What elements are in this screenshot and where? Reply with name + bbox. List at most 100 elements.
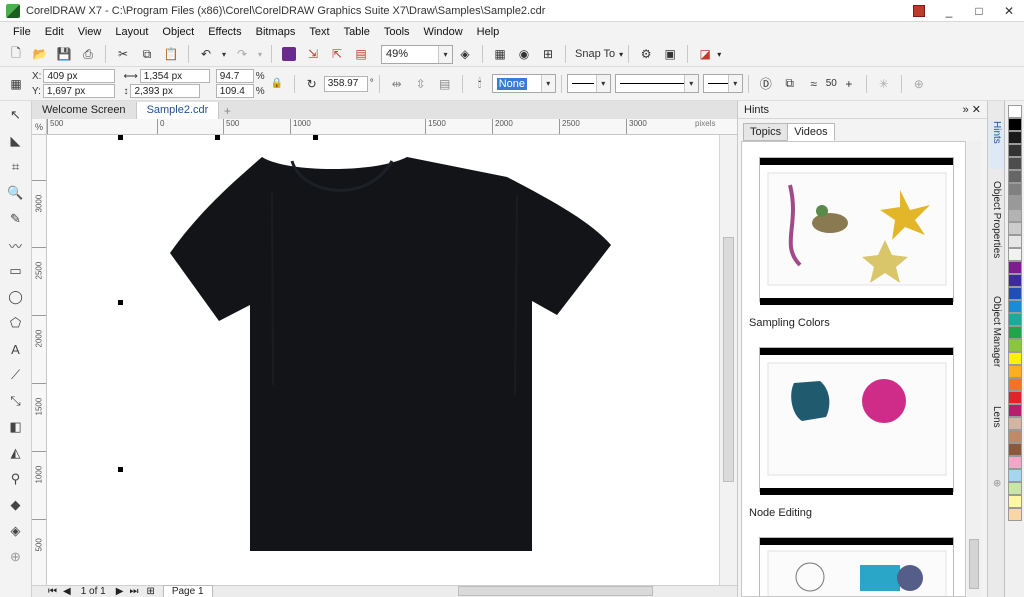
color-swatch[interactable]	[1008, 417, 1022, 430]
color-swatch[interactable]	[1008, 391, 1022, 404]
color-swatch[interactable]	[1008, 209, 1022, 222]
first-page-icon[interactable]: ⏮	[48, 586, 57, 597]
scrollbar-thumb[interactable]	[969, 539, 979, 589]
zoom-level-select[interactable]: 49% ▾	[381, 44, 453, 64]
color-swatch[interactable]	[1008, 339, 1022, 352]
color-swatch[interactable]	[1008, 456, 1022, 469]
video-caption[interactable]: Node Editing	[749, 507, 812, 519]
redo-dropdown-icon[interactable]: ▾	[256, 44, 264, 64]
color-swatch[interactable]	[1008, 443, 1022, 456]
text-tool-icon[interactable]: A	[4, 338, 28, 360]
tab-topics[interactable]: Topics	[743, 123, 789, 141]
last-page-icon[interactable]: ⏭	[129, 586, 138, 597]
menu-bitmaps[interactable]: Bitmaps	[249, 22, 303, 42]
add-tool-icon[interactable]: ⊕	[4, 546, 28, 568]
fill-select[interactable]: None ▾	[491, 74, 556, 93]
freehand-tool-icon[interactable]: ✎	[4, 208, 28, 230]
parallel-dimension-tool-icon[interactable]: ⟋	[4, 364, 28, 386]
color-swatch[interactable]	[1008, 196, 1022, 209]
color-swatch[interactable]	[1008, 313, 1022, 326]
color-swatch[interactable]	[1008, 157, 1022, 170]
zoom-tool-icon[interactable]: 🔍	[4, 182, 28, 204]
minimize-button[interactable]: _	[934, 0, 964, 22]
end-arrowhead-select[interactable]: ▾	[702, 74, 743, 93]
color-swatch[interactable]	[1008, 287, 1022, 300]
video-caption[interactable]: Sampling Colors	[749, 317, 830, 329]
color-swatch[interactable]	[1008, 365, 1022, 378]
full-screen-preview-icon[interactable]: ◈	[455, 44, 475, 64]
side-tab-object-properties[interactable]: Object Properties	[989, 181, 1004, 283]
show-rulers-icon[interactable]: ▦	[490, 44, 510, 64]
tab-videos[interactable]: Videos	[787, 123, 835, 141]
next-page-icon[interactable]: ▶	[116, 586, 124, 597]
spin-value[interactable]: 50	[826, 78, 837, 89]
snap-to-button[interactable]: Snap To	[575, 48, 615, 60]
lock-ratio-icon[interactable]: 🔒	[267, 74, 287, 94]
tab-welcome-screen[interactable]: Welcome Screen	[32, 102, 137, 119]
menu-window[interactable]: Window	[417, 22, 470, 42]
rectangle-tool-icon[interactable]: ▭	[4, 260, 28, 282]
show-guidelines-icon[interactable]: ⊞	[538, 44, 558, 64]
horizontal-scrollbar[interactable]	[458, 586, 653, 596]
open-folder-icon[interactable]: 📂	[30, 44, 50, 64]
publish-pdf-icon[interactable]: ▤	[351, 44, 371, 64]
vertical-ruler[interactable]: 3000 2500 2000 1500 1000 500	[32, 135, 47, 585]
welcome-screen-icon[interactable]: ◪	[695, 44, 715, 64]
paste-icon[interactable]: 📋	[161, 44, 181, 64]
x-position-input[interactable]: 409 px	[43, 69, 116, 83]
width-input[interactable]: 1,354 px	[139, 69, 210, 83]
menu-object[interactable]: Object	[155, 22, 201, 42]
add-page-icon[interactable]: ⊞	[146, 586, 154, 597]
shape-tool-icon[interactable]: ◣	[4, 130, 28, 152]
color-swatch[interactable]	[1008, 482, 1022, 495]
rotation-angle-input[interactable]: 358.97	[323, 75, 368, 92]
height-input[interactable]: 2,393 px	[130, 84, 201, 98]
maximize-button[interactable]: □	[964, 0, 994, 22]
connector-tool-icon[interactable]: ⤡	[4, 390, 28, 412]
application-launcher-icon[interactable]: ▣	[660, 44, 680, 64]
color-swatch[interactable]	[1008, 248, 1022, 261]
previous-page-icon[interactable]: ◀	[63, 586, 71, 597]
menu-tools[interactable]: Tools	[377, 22, 417, 42]
add-icon[interactable]: ⊕	[909, 74, 929, 94]
menu-help[interactable]: Help	[470, 22, 507, 42]
video-thumbnail[interactable]	[759, 347, 954, 495]
options-icon[interactable]: ⚙	[636, 44, 656, 64]
color-swatch[interactable]	[1008, 352, 1022, 365]
color-swatch[interactable]	[1008, 508, 1022, 521]
scale-x-input[interactable]: 94.7	[215, 69, 254, 83]
close-button[interactable]: ✕	[994, 0, 1024, 22]
object-origin-icon[interactable]: ▦	[6, 74, 26, 94]
menu-layout[interactable]: Layout	[108, 22, 155, 42]
horizontal-ruler[interactable]: 500 0 500 1000 1500 2000 2500 3000 pixel…	[47, 119, 737, 135]
color-swatch[interactable]	[1008, 183, 1022, 196]
start-arrowhead-select[interactable]: ▾	[566, 74, 611, 93]
artistic-media-tool-icon[interactable]: 〰	[4, 234, 28, 256]
tshirt-image[interactable]	[47, 135, 719, 585]
color-swatch[interactable]	[1008, 222, 1022, 235]
color-swatch[interactable]	[1008, 495, 1022, 508]
color-swatch[interactable]	[1008, 430, 1022, 443]
video-thumbnail[interactable]	[759, 157, 954, 305]
color-swatch[interactable]	[1008, 105, 1022, 118]
hints-scrollbar[interactable]	[967, 141, 982, 597]
side-tab-lens[interactable]: Lens	[989, 406, 1004, 448]
interactive-fill-tool-icon[interactable]: ◆	[4, 494, 28, 516]
new-tab-icon[interactable]: +	[219, 102, 235, 119]
pick-tool-icon[interactable]: ↖	[4, 104, 28, 126]
polygon-tool-icon[interactable]: ⬠	[4, 312, 28, 334]
color-swatch[interactable]	[1008, 274, 1022, 287]
tab-sample2[interactable]: Sample2.cdr	[136, 102, 220, 119]
menu-view[interactable]: View	[71, 22, 109, 42]
show-grid-icon[interactable]: ◉	[514, 44, 534, 64]
fill-bucket-icon[interactable]: 🕯	[470, 74, 490, 94]
color-swatch[interactable]	[1008, 404, 1022, 417]
menu-file[interactable]: File	[6, 22, 38, 42]
wrap-text-icon[interactable]: ▤	[435, 74, 455, 94]
account-icon[interactable]	[904, 0, 934, 22]
undo-dropdown-icon[interactable]: ▾	[220, 44, 228, 64]
ellipse-tool-icon[interactable]: ◯	[4, 286, 28, 308]
color-swatch[interactable]	[1008, 235, 1022, 248]
undo-icon[interactable]: ↶	[196, 44, 216, 64]
line-style-select[interactable]: ▾	[614, 74, 699, 93]
